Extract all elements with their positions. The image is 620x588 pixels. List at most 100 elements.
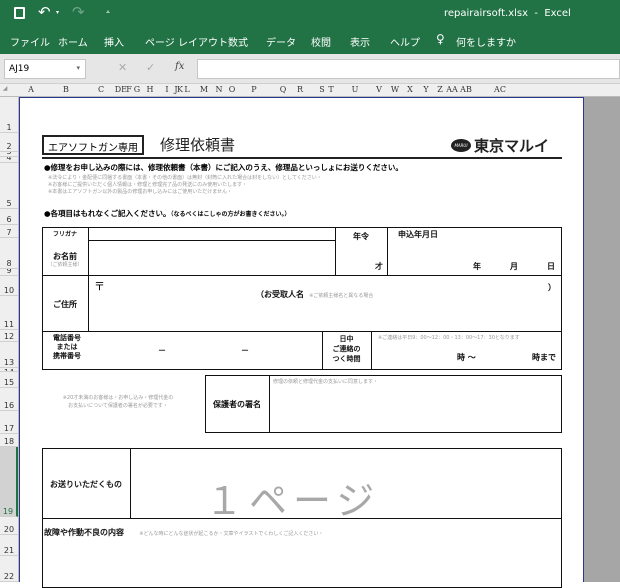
row-header[interactable]: 7 (0, 225, 18, 238)
tab-data[interactable]: データ (266, 34, 296, 49)
time-from: 時 ～ (457, 353, 476, 362)
name-box-value: AJ19 (9, 64, 30, 74)
tab-review[interactable]: 校閲 (311, 34, 331, 49)
column-header[interactable]: Q (280, 85, 287, 94)
row-header[interactable]: 1 (0, 119, 18, 133)
row-header[interactable]: 10 (0, 276, 18, 296)
notice-fill-all: ●各項目はもれなくご記入ください。（なるべくはこしゃの方がお書きください。） (44, 208, 291, 219)
customize-qat-icon[interactable]: ⩡ (106, 8, 110, 17)
row-header[interactable]: 2 (0, 133, 18, 152)
furigana-field[interactable] (90, 228, 334, 239)
contact-time-note: ※ご連絡は平日9：00～12：00・13：00～17：30となります (378, 335, 520, 341)
column-header[interactable]: T (328, 85, 333, 94)
column-header[interactable]: Z (437, 85, 443, 94)
select-all-corner[interactable]: ◢ (3, 85, 8, 92)
column-header[interactable]: A (28, 85, 34, 94)
window-title: repairairsoft.xlsx - Excel (444, 8, 571, 19)
column-header[interactable]: K (177, 85, 183, 94)
column-header[interactable]: R (297, 85, 303, 94)
year-label: 年 (473, 262, 481, 271)
tab-help[interactable]: ヘルプ (390, 34, 420, 49)
enter-icon[interactable]: ✓ (146, 61, 155, 74)
row-header[interactable]: 21 (0, 535, 18, 556)
column-headers: ◢ A B C D E F G H I J K L M N O P Q R S T U V W X Y Z AA AB AC (0, 84, 620, 97)
tab-insert[interactable]: 挿入 (104, 34, 124, 49)
ribbon-tabs: ファイル ホーム 挿入 ページ レイアウト 数式 データ 校閲 表示 ヘルプ ♀… (0, 28, 620, 54)
column-header[interactable]: W (391, 85, 399, 94)
tell-me-search[interactable]: 何をしますか (456, 34, 516, 49)
age-label: 年令 (353, 232, 369, 241)
column-header[interactable]: AC (494, 85, 506, 94)
name-sub-label: （ご依頼主様） (47, 262, 83, 268)
row-header[interactable]: 22 (0, 556, 18, 582)
column-header[interactable]: F (126, 85, 132, 94)
column-header[interactable]: X (407, 85, 413, 94)
guardian-signature-label: 保護者の署名 (213, 400, 261, 409)
notice-fill-all-sub: （なるべくはこしゃの方がお書きください。） (170, 211, 291, 218)
title-bar: ↶ ▾ ↷ ⩡ repairairsoft.xlsx - Excel (0, 0, 620, 28)
tab-view[interactable]: 表示 (350, 34, 370, 49)
notice-note: ※本書はエアソフトガン以外の製品の修理お申し込みにはご使用いただけません・ (48, 189, 233, 195)
tab-formulas[interactable]: 数式 (228, 34, 248, 49)
column-header[interactable]: G (134, 85, 140, 94)
redo-icon[interactable]: ↷ (72, 3, 85, 21)
tab-page-layout[interactable]: ページ レイアウト (145, 34, 228, 49)
row-header[interactable]: 17 (0, 411, 18, 434)
cancel-icon[interactable]: ✕ (118, 61, 127, 74)
column-header[interactable]: U (352, 85, 359, 94)
lightbulb-icon[interactable]: ♀ (436, 32, 445, 46)
date-label: 申込年月日 (398, 230, 438, 239)
chevron-down-icon[interactable]: ▾ (76, 64, 80, 72)
column-header[interactable]: H (147, 85, 154, 94)
undo-dropdown-icon[interactable]: ▾ (56, 9, 59, 16)
row-header[interactable]: 6 (0, 209, 18, 225)
column-header[interactable]: V (376, 85, 382, 94)
notice-note: ※法令により・金配便に同梱する書面（本書・その他の書面）は無封（封筒に入れた場合… (48, 175, 322, 181)
row-header[interactable]: 8 (0, 238, 18, 269)
column-header[interactable]: C (98, 85, 104, 94)
phone-field[interactable] (90, 333, 320, 368)
notice-main: ●修理をお申し込みの際には、修理依頼書（本書）にご記入のうえ、修理品といっしょに… (44, 163, 403, 172)
name-field[interactable] (90, 242, 334, 274)
tab-file[interactable]: ファイル (10, 34, 50, 49)
guardian-consent-note: 修理の依頼と修理代金の支払いに同意します・ (273, 379, 379, 385)
row-header[interactable]: 9 (0, 269, 18, 276)
column-header[interactable]: N (216, 85, 223, 94)
header-rule (42, 157, 562, 159)
column-header[interactable]: B (63, 85, 69, 94)
row-header[interactable]: 16 (0, 388, 18, 411)
row-header[interactable]: 13 (0, 342, 18, 368)
formula-bar: AJ19 ▾ ✕ ✓ fx (0, 54, 620, 84)
form-title: 修理依頼書 (160, 136, 236, 154)
formula-input[interactable] (197, 59, 620, 79)
day-label: 日 (547, 262, 555, 271)
column-header[interactable]: Y (423, 85, 428, 94)
save-icon[interactable] (14, 7, 25, 19)
column-header[interactable]: P (251, 85, 256, 94)
row-header[interactable]: 12 (0, 330, 18, 342)
undo-icon[interactable]: ↶ (38, 3, 51, 21)
row-header[interactable]: 15 (0, 372, 18, 388)
worksheet-page[interactable]: エアソフトガン専用 修理依頼書 MARUI 東京マルイ ●修理をお申し込みの際に… (19, 97, 584, 588)
guardian-signature-field[interactable] (271, 386, 560, 431)
row-header[interactable]: 5 (0, 163, 18, 209)
row-header[interactable]: 20 (0, 517, 18, 535)
name-box[interactable]: AJ19 ▾ (4, 59, 86, 79)
column-header[interactable]: AB (460, 85, 472, 94)
column-header[interactable]: O (229, 85, 236, 94)
insert-function-icon[interactable]: fx (175, 61, 184, 72)
column-header[interactable]: S (319, 85, 324, 94)
column-header[interactable]: I (165, 85, 168, 94)
column-header[interactable]: AA (446, 85, 458, 94)
airsoft-only-badge: エアソフトガン専用 (42, 135, 144, 155)
column-header[interactable]: L (184, 85, 189, 94)
row-header[interactable]: 19 (0, 447, 18, 517)
recipient-close: ） (548, 283, 556, 292)
row-headers: 12345678910111213141516171819202122 (0, 97, 19, 582)
items-label: お送りいただくもの (50, 480, 122, 489)
problem-field[interactable] (44, 530, 560, 586)
row-header[interactable]: 11 (0, 296, 18, 330)
row-header[interactable]: 18 (0, 434, 18, 447)
tab-home[interactable]: ホーム (58, 34, 88, 49)
column-header[interactable]: M (200, 85, 208, 94)
